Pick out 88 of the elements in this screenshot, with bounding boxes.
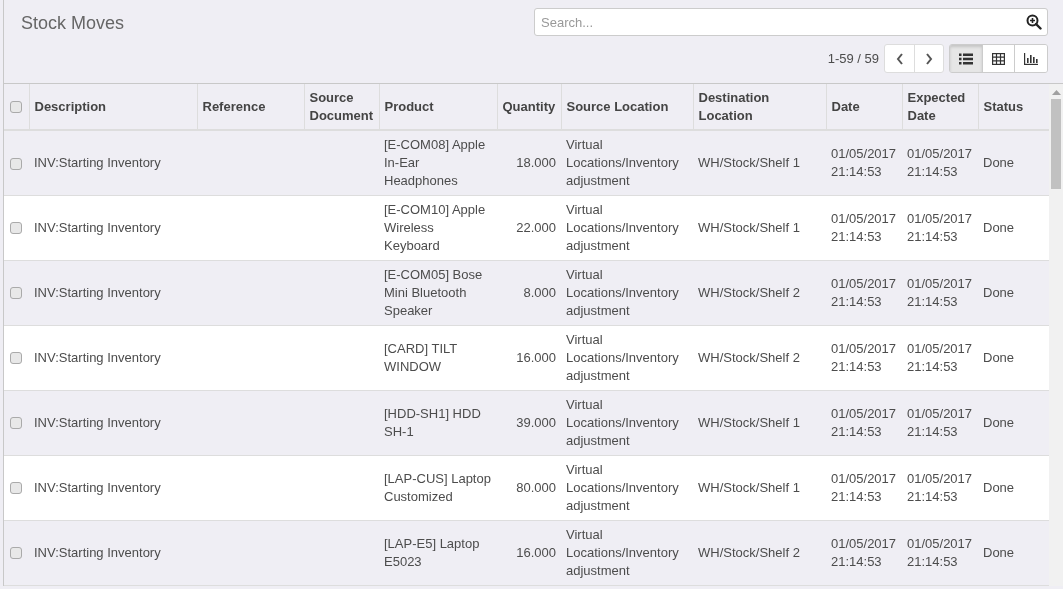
checkbox[interactable] xyxy=(10,482,22,495)
chevron-right-icon xyxy=(925,52,933,65)
table-cell: INV:Starting Inventory xyxy=(34,414,161,430)
table-cell: WH/Stock/Shelf 1 xyxy=(698,479,800,495)
checkbox[interactable] xyxy=(10,287,22,300)
table-cell: INV:Starting Inventory xyxy=(34,284,161,300)
scrollbar-thumb[interactable] xyxy=(1051,99,1061,189)
table-cell: 16.000 xyxy=(516,349,556,365)
chevron-left-icon xyxy=(895,52,904,65)
table-cell: INV:Starting Inventory xyxy=(34,479,161,495)
table-cell: Done xyxy=(983,479,1015,495)
column-header[interactable]: Description xyxy=(34,97,192,116)
scroll-up-icon[interactable] xyxy=(1051,89,1061,95)
page-title: Stock Moves xyxy=(21,13,125,33)
table-icon xyxy=(992,52,1005,65)
table-cell: 01/05/2017 21:14:53 xyxy=(907,210,973,244)
table-cell: 01/05/2017 21:14:53 xyxy=(831,405,897,439)
checkbox[interactable] xyxy=(10,157,22,170)
table-cell: Virtual Locations/Inventory adjustment xyxy=(566,136,679,188)
table-cell: 01/05/2017 21:14:53 xyxy=(907,535,973,569)
table-cell: [LAP-E5] Laptop E5023 xyxy=(384,535,480,569)
table-cell: 80.000 xyxy=(516,479,556,495)
column-header[interactable]: Destination Location xyxy=(698,88,821,125)
table-cell: 01/05/2017 21:14:53 xyxy=(831,340,897,374)
search-icon[interactable] xyxy=(1026,14,1042,30)
column-header[interactable]: Status xyxy=(983,97,1044,116)
table-cell: [HDD-SH1] HDD SH-1 xyxy=(384,405,481,439)
bar-chart-icon xyxy=(1024,52,1038,65)
table-cell: 01/05/2017 21:14:53 xyxy=(831,470,897,504)
table-cell: WH/Stock/Shelf 2 xyxy=(698,349,800,365)
table-cell: INV:Starting Inventory xyxy=(34,219,161,235)
table-cell: 01/05/2017 21:14:53 xyxy=(907,275,973,309)
pager-range: 1-59 / 59 xyxy=(827,49,879,68)
table-cell: WH/Stock/Shelf 2 xyxy=(698,544,800,560)
table-cell: Virtual Locations/Inventory adjustment xyxy=(566,331,679,383)
table-cell: [E-COM08] Apple In-Ear Headphones xyxy=(384,136,486,188)
table-cell: Done xyxy=(983,544,1015,560)
table-cell: 39.000 xyxy=(516,414,556,430)
table-cell: 22.000 xyxy=(516,219,556,235)
column-header[interactable]: Source Document xyxy=(309,88,374,125)
column-header[interactable]: Quantity xyxy=(502,97,556,116)
table-cell: Done xyxy=(983,414,1015,430)
checkbox[interactable] xyxy=(10,417,22,430)
table-cell: 01/05/2017 21:14:53 xyxy=(907,145,973,179)
table-cell: 18.000 xyxy=(516,154,556,170)
table-cell: Virtual Locations/Inventory adjustment xyxy=(566,266,679,318)
view-button[interactable] xyxy=(950,45,983,72)
checkbox[interactable] xyxy=(10,352,22,365)
column-header[interactable]: Product xyxy=(384,97,492,116)
table-cell: WH/Stock/Shelf 2 xyxy=(698,284,800,300)
table-cell: Virtual Locations/Inventory adjustment xyxy=(566,201,679,253)
table-cell: WH/Stock/Shelf 1 xyxy=(698,219,800,235)
table-cell: Virtual Locations/Inventory adjustment xyxy=(566,461,679,513)
table-cell: Done xyxy=(983,284,1015,300)
table-cell: Virtual Locations/Inventory adjustment xyxy=(566,396,679,448)
table-cell: 8.000 xyxy=(523,284,556,300)
table-cell: Done xyxy=(983,349,1015,365)
table-cell: WH/Stock/Shelf 1 xyxy=(698,154,800,170)
column-header[interactable]: Source Location xyxy=(566,97,688,116)
column-header[interactable]: Expected Date xyxy=(907,88,973,125)
table-cell: [CARD] TILT WINDOW xyxy=(384,340,457,374)
table-cell: [LAP-CUS] Laptop Customized xyxy=(384,470,491,504)
view-button[interactable] xyxy=(983,45,1015,72)
table-cell: 01/05/2017 21:14:53 xyxy=(831,210,897,244)
view-button[interactable] xyxy=(1015,45,1047,72)
table-cell: INV:Starting Inventory xyxy=(34,154,161,170)
checkbox[interactable] xyxy=(10,222,22,235)
checkbox[interactable] xyxy=(10,547,22,560)
table-cell: INV:Starting Inventory xyxy=(34,544,161,560)
table-cell: 01/05/2017 21:14:53 xyxy=(831,145,897,179)
table-cell: INV:Starting Inventory xyxy=(34,349,161,365)
column-header[interactable]: Date xyxy=(831,97,897,116)
list-icon xyxy=(959,52,973,65)
search-field[interactable]: Search... xyxy=(534,8,1048,36)
table-cell: 01/05/2017 21:14:53 xyxy=(907,340,973,374)
table-cell: Done xyxy=(983,219,1015,235)
table-cell: WH/Stock/Shelf 1 xyxy=(698,414,800,430)
table-cell: 01/05/2017 21:14:53 xyxy=(831,275,897,309)
table-cell: 01/05/2017 21:14:53 xyxy=(831,535,897,569)
table-cell: 01/05/2017 21:14:53 xyxy=(907,470,973,504)
table-cell: [E-COM10] Apple Wireless Keyboard xyxy=(384,201,486,253)
table-cell: [E-COM05] Bose Mini Bluetooth Speaker xyxy=(384,266,483,318)
table-cell: Done xyxy=(983,154,1015,170)
table-cell: 01/05/2017 21:14:53 xyxy=(907,405,973,439)
table-cell: 16.000 xyxy=(516,544,556,560)
column-header[interactable]: Reference xyxy=(202,97,299,116)
table-cell: Virtual Locations/Inventory adjustment xyxy=(566,526,679,578)
checkbox[interactable] xyxy=(10,101,22,114)
